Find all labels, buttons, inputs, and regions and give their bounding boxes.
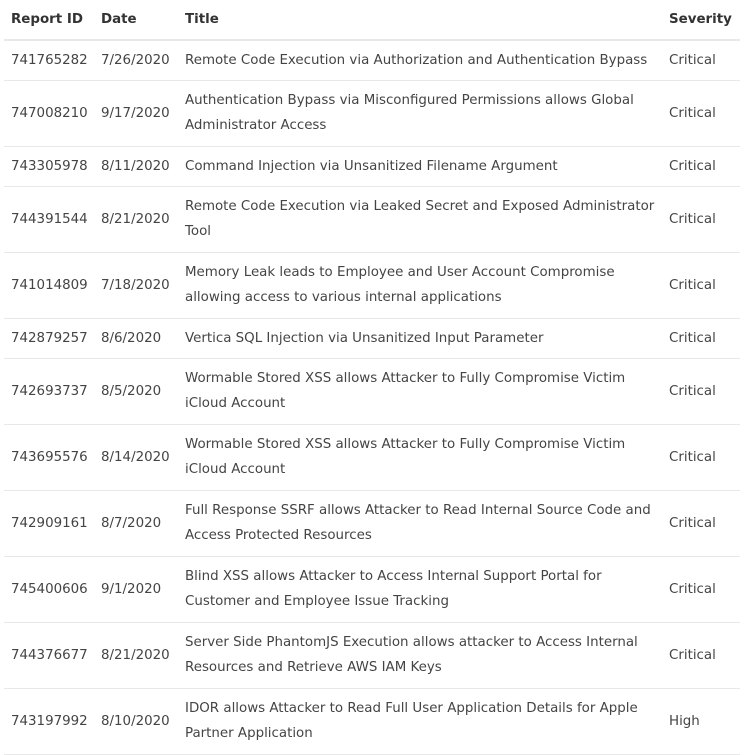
table-row: 745400606 9/1/2020 Blind XSS allows Atta… xyxy=(4,556,740,623)
date-cell: 8/21/2020 xyxy=(94,186,178,253)
date-cell: 8/10/2020 xyxy=(94,688,178,755)
table-row: 742693737 8/5/2020 Wormable Stored XSS a… xyxy=(4,358,740,425)
date-cell: 7/26/2020 xyxy=(94,40,178,81)
report-id-cell: 743695576 xyxy=(4,424,94,491)
table-body: 741765282 7/26/2020 Remote Code Executio… xyxy=(4,40,740,755)
header-title: Title xyxy=(178,0,662,41)
report-id-cell: 741014809 xyxy=(4,252,94,319)
severity-cell: Critical xyxy=(662,40,740,81)
severity-cell: Critical xyxy=(662,186,740,253)
title-cell: IDOR allows Attacker to Read Full User A… xyxy=(178,688,662,755)
severity-cell: Critical xyxy=(662,80,740,147)
severity-cell: Critical xyxy=(662,252,740,319)
date-cell: 9/17/2020 xyxy=(94,80,178,147)
report-id-cell: 745400606 xyxy=(4,556,94,623)
header-severity: Severity xyxy=(662,0,740,41)
table-row: 744376677 8/21/2020 Server Side PhantomJ… xyxy=(4,622,740,689)
table-row: 743197992 8/10/2020 IDOR allows Attacker… xyxy=(4,688,740,755)
header-row: Report ID Date Title Severity xyxy=(4,0,740,41)
table-row: 741014809 7/18/2020 Memory Leak leads to… xyxy=(4,252,740,319)
severity-cell: Critical xyxy=(662,358,740,425)
date-cell: 9/1/2020 xyxy=(94,556,178,623)
title-cell: Wormable Stored XSS allows Attacker to F… xyxy=(178,358,662,425)
report-id-cell: 742693737 xyxy=(4,358,94,425)
report-id-cell: 743305978 xyxy=(4,146,94,187)
date-cell: 8/6/2020 xyxy=(94,318,178,359)
title-cell: Vertica SQL Injection via Unsanitized In… xyxy=(178,318,662,359)
severity-cell: Critical xyxy=(662,490,740,557)
severity-cell: Critical xyxy=(662,622,740,689)
report-id-cell: 744376677 xyxy=(4,622,94,689)
title-cell: Blind XSS allows Attacker to Access Inte… xyxy=(178,556,662,623)
title-cell: Server Side PhantomJS Execution allows a… xyxy=(178,622,662,689)
report-id-cell: 744391544 xyxy=(4,186,94,253)
table-row: 743695576 8/14/2020 Wormable Stored XSS … xyxy=(4,424,740,491)
title-cell: Remote Code Execution via Authorization … xyxy=(178,40,662,81)
date-cell: 8/5/2020 xyxy=(94,358,178,425)
title-cell: Command Injection via Unsanitized Filena… xyxy=(178,146,662,187)
date-cell: 8/11/2020 xyxy=(94,146,178,187)
table-row: 747008210 9/17/2020 Authentication Bypas… xyxy=(4,80,740,147)
reports-table: Report ID Date Title Severity 741765282 … xyxy=(4,0,740,755)
table-row: 742879257 8/6/2020 Vertica SQL Injection… xyxy=(4,318,740,359)
report-id-cell: 747008210 xyxy=(4,80,94,147)
table-row: 741765282 7/26/2020 Remote Code Executio… xyxy=(4,40,740,81)
title-cell: Full Response SSRF allows Attacker to Re… xyxy=(178,490,662,557)
header-report-id: Report ID xyxy=(4,0,94,41)
title-cell: Remote Code Execution via Leaked Secret … xyxy=(178,186,662,253)
report-id-cell: 742879257 xyxy=(4,318,94,359)
header-date: Date xyxy=(94,0,178,41)
title-cell: Authentication Bypass via Misconfigured … xyxy=(178,80,662,147)
date-cell: 8/21/2020 xyxy=(94,622,178,689)
title-cell: Memory Leak leads to Employee and User A… xyxy=(178,252,662,319)
report-id-cell: 743197992 xyxy=(4,688,94,755)
title-cell: Wormable Stored XSS allows Attacker to F… xyxy=(178,424,662,491)
severity-cell: Critical xyxy=(662,424,740,491)
report-id-cell: 741765282 xyxy=(4,40,94,81)
date-cell: 8/7/2020 xyxy=(94,490,178,557)
report-id-cell: 742909161 xyxy=(4,490,94,557)
table-row: 742909161 8/7/2020 Full Response SSRF al… xyxy=(4,490,740,557)
severity-cell: Critical xyxy=(662,146,740,187)
table-row: 743305978 8/11/2020 Command Injection vi… xyxy=(4,146,740,187)
severity-cell: Critical xyxy=(662,318,740,359)
table-row: 744391544 8/21/2020 Remote Code Executio… xyxy=(4,186,740,253)
table-header: Report ID Date Title Severity xyxy=(4,0,740,41)
date-cell: 8/14/2020 xyxy=(94,424,178,491)
severity-cell: Critical xyxy=(662,556,740,623)
severity-cell: High xyxy=(662,688,740,755)
date-cell: 7/18/2020 xyxy=(94,252,178,319)
